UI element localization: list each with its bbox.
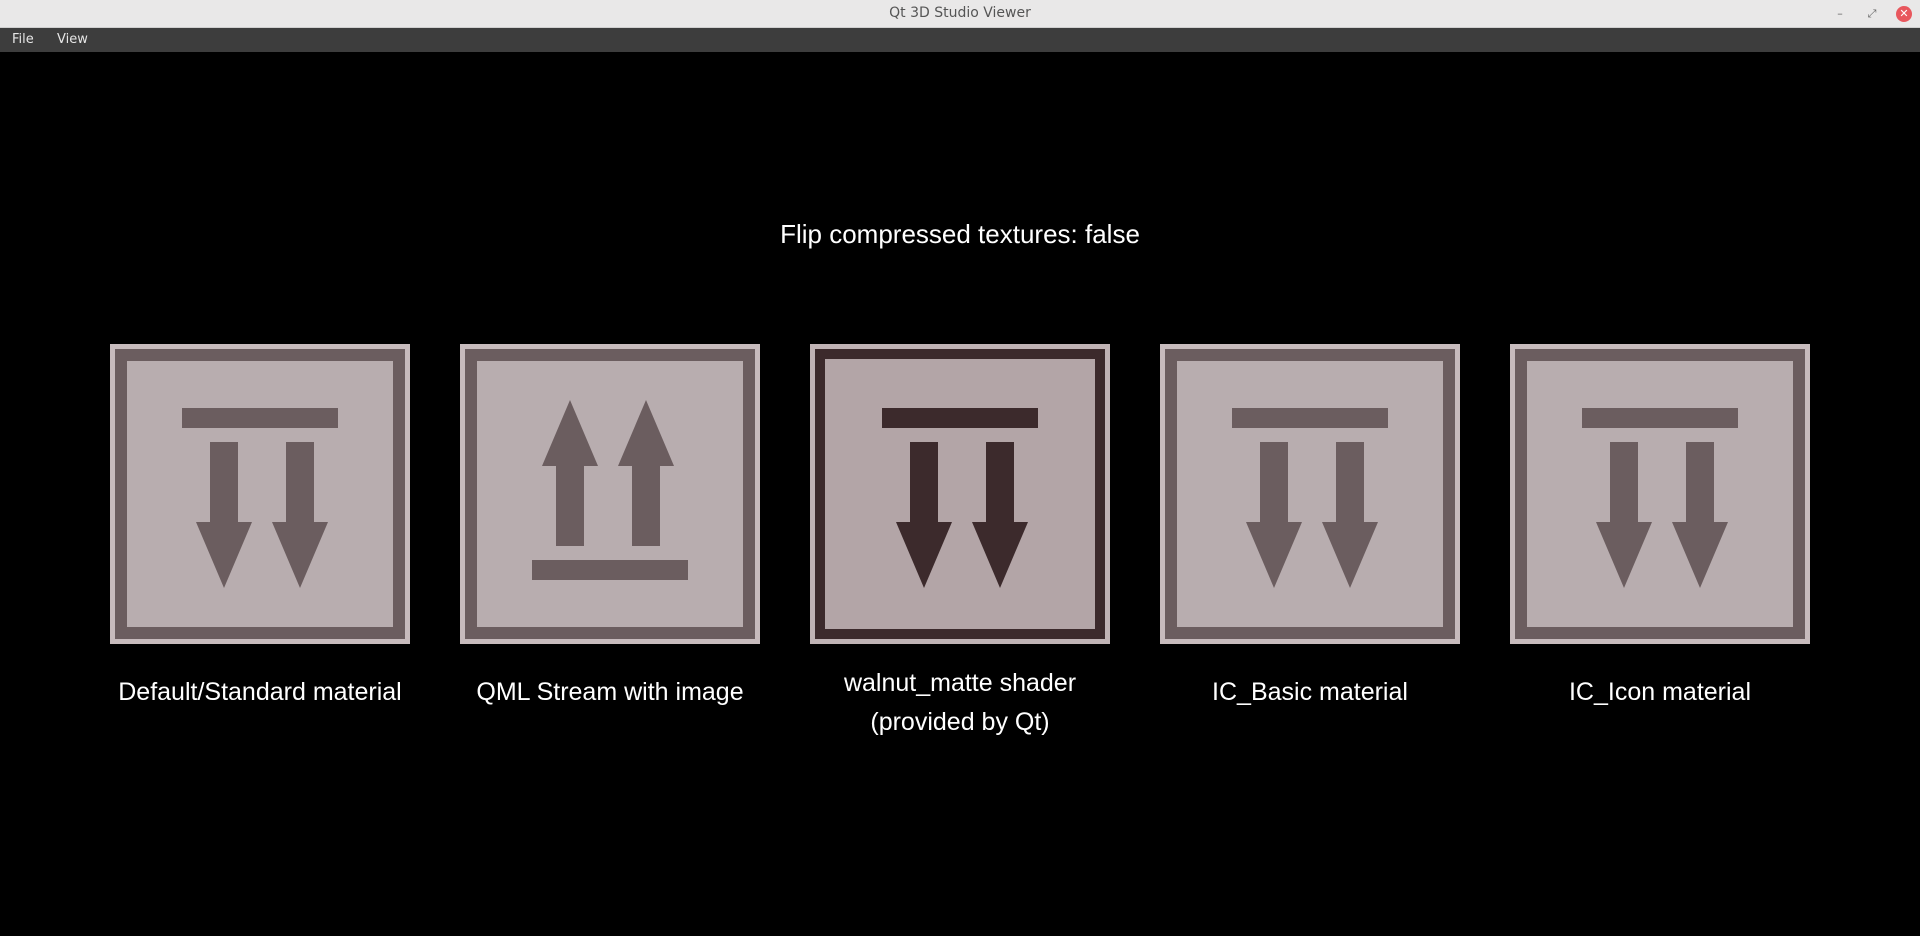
viewer-scene: Flip compressed textures: false Default/…	[0, 52, 1920, 936]
window-title: Qt 3D Studio Viewer	[889, 5, 1031, 21]
material-label-ic-basic: IC_Basic material	[1130, 673, 1490, 712]
arrows-down-icon	[110, 344, 410, 644]
material-label-line: IC_Basic material	[1212, 678, 1408, 706]
material-tile-default-standard	[110, 344, 410, 644]
material-label-line: Default/Standard material	[118, 678, 402, 706]
maximize-icon[interactable]: ⤢	[1864, 6, 1880, 22]
menu-file[interactable]: File	[12, 28, 34, 52]
material-tile-ic-basic	[1160, 344, 1460, 644]
material-label-line-2: (provided by Qt)	[870, 708, 1050, 736]
window-titlebar[interactable]: Qt 3D Studio Viewer – ⤢ ✕	[0, 0, 1920, 28]
arrows-down-icon	[1160, 344, 1460, 644]
material-tile-qml-stream	[460, 344, 760, 644]
material-tile-walnut-matte	[810, 344, 1110, 644]
material-label-walnut-matte: walnut_matte shader (provided by Qt)	[780, 664, 1140, 742]
material-label-ic-icon: IC_Icon material	[1480, 673, 1840, 712]
minimize-icon[interactable]: –	[1832, 6, 1848, 22]
menu-view[interactable]: View	[57, 28, 88, 52]
close-icon[interactable]: ✕	[1896, 6, 1912, 22]
material-label-line: IC_Icon material	[1568, 678, 1752, 706]
material-label-line: walnut_matte shader	[843, 669, 1077, 697]
arrows-up-icon	[460, 344, 760, 644]
flip-textures-heading: Flip compressed textures: false	[780, 219, 1140, 249]
menu-bar: File View	[0, 28, 1920, 52]
arrows-down-icon	[1510, 344, 1810, 644]
material-label-default-standard: Default/Standard material	[80, 673, 440, 712]
material-tile-ic-icon	[1510, 344, 1810, 644]
material-label-line: QML Stream with image	[476, 678, 744, 706]
material-label-qml-stream: QML Stream with image	[430, 673, 790, 712]
arrows-down-icon	[810, 344, 1110, 644]
